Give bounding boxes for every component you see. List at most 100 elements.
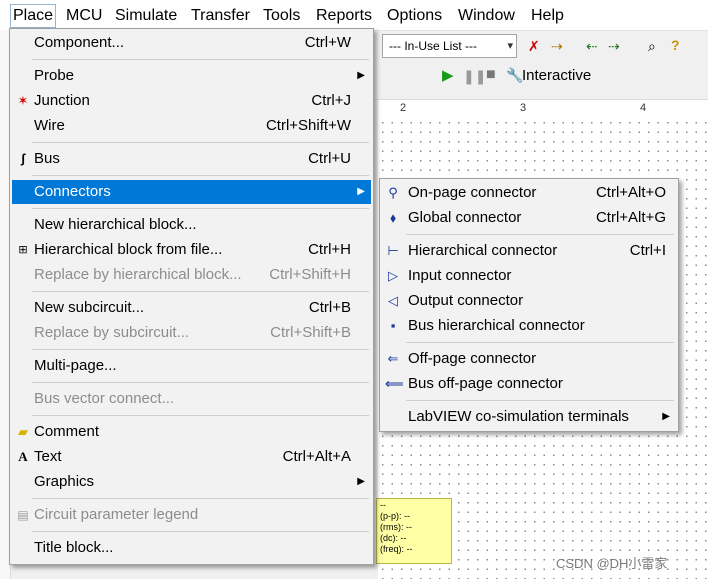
off-page-connector-icon: ⇐ (387, 351, 399, 366)
menu-item-label: Bus off-page connector (408, 375, 563, 392)
hierarchical-block-icon: ⊞ (18, 244, 28, 256)
junction-icon: ✶ (17, 93, 29, 108)
output-connector-icon: ◁ (388, 293, 398, 308)
pause-icon[interactable]: ❚❚ (463, 68, 486, 84)
menu-item-shortcut: Ctrl+Alt+O (595, 184, 666, 201)
menu-item-multi-page[interactable]: Multi-page... (12, 354, 371, 378)
wrench-icon: 🔧 (506, 67, 524, 83)
submenu-item-global-connector[interactable]: ⬧ Global connector Ctrl+Alt+G (382, 206, 676, 230)
bus-icon: ʃ (20, 151, 26, 166)
menu-item-label: New hierarchical block... (34, 216, 197, 233)
menu-item-shortcut: Ctrl+Shift+B (270, 324, 351, 341)
menu-window[interactable]: Window (458, 5, 515, 27)
probe-line: (dc): -- (380, 533, 407, 543)
run-icon[interactable]: ▶ (442, 68, 454, 84)
submenu-arrow-icon: ▶ (357, 186, 365, 197)
menu-item-comment[interactable]: ▰ Comment (12, 420, 371, 444)
menu-item-component[interactable]: Component... Ctrl+W (12, 31, 371, 55)
place-menu: Component... Ctrl+W Probe ▶ ✶ Junction C… (9, 28, 374, 565)
probe-prev-icon[interactable]: ⇠ (586, 38, 598, 54)
menu-item-shortcut: Ctrl+U (308, 150, 351, 167)
menu-item-new-subcircuit[interactable]: New subcircuit... Ctrl+B (12, 296, 371, 320)
input-connector-icon: ▷ (388, 268, 398, 283)
menu-item-label: Connectors (34, 183, 111, 200)
menu-item-new-hierarchical-block[interactable]: New hierarchical block... (12, 213, 371, 237)
watermark: CSDN @DH小雷家 (556, 556, 668, 571)
menu-options[interactable]: Options (387, 5, 442, 27)
probe-next-icon[interactable]: ⇢ (608, 38, 620, 54)
menu-item-label: Global connector (408, 209, 522, 226)
submenu-item-input-connector[interactable]: ▷ Input connector (382, 264, 676, 288)
chevron-down-icon: ▾ (507, 40, 513, 52)
menu-item-text[interactable]: A Text Ctrl+Alt+A (12, 445, 371, 469)
connectors-submenu: ⚲ On-page connector Ctrl+Alt+O ⬧ Global … (379, 178, 679, 432)
menu-item-label: New subcircuit... (34, 299, 145, 316)
help-icon[interactable]: ? (671, 37, 680, 53)
menu-reports[interactable]: Reports (316, 5, 372, 27)
menu-item-connectors[interactable]: Connectors ▶ (12, 180, 371, 204)
menu-item-label: LabVIEW co-simulation terminals (408, 408, 629, 425)
ruler: 2 3 4 (378, 100, 708, 119)
menu-separator (406, 234, 674, 235)
menu-separator (32, 175, 369, 176)
menu-transfer[interactable]: Transfer (191, 5, 250, 27)
menu-item-shortcut: Ctrl+Shift+W (265, 117, 351, 134)
interactive-mode-label[interactable]: Interactive (522, 67, 591, 84)
menu-place[interactable]: Place (10, 4, 57, 28)
menu-item-label: Replace by subcircuit... (34, 324, 190, 341)
submenu-item-hierarchical-connector[interactable]: ⊢ Hierarchical connector Ctrl+I (382, 239, 676, 263)
menu-item-label: Hierarchical block from file... (34, 241, 223, 258)
menu-separator (32, 59, 369, 60)
menu-item-title-block[interactable]: Title block... (12, 536, 371, 560)
inuse-list-select[interactable]: --- In-Use List --- ▾ (382, 34, 517, 58)
inuse-list-value: --- In-Use List --- (389, 39, 477, 53)
submenu-item-bus-off-page-connector[interactable]: ⟸ Bus off-page connector (382, 372, 676, 396)
menu-item-label: Off-page connector (408, 350, 537, 367)
menu-separator (32, 382, 369, 383)
stop-icon[interactable]: ■ (486, 67, 496, 83)
menu-item-probe[interactable]: Probe ▶ (12, 64, 371, 88)
menu-item-shortcut: Ctrl+W (304, 34, 351, 51)
menu-item-label: Junction (34, 92, 90, 109)
menu-item-wire[interactable]: Wire Ctrl+Shift+W (12, 114, 371, 138)
menu-item-junction[interactable]: ✶ Junction Ctrl+J (12, 89, 371, 113)
probe-readout[interactable]: -- (p-p): -- (rms): -- (dc): -- (freq): … (376, 498, 452, 564)
menu-item-label: Comment (34, 423, 100, 440)
menu-separator (406, 342, 674, 343)
menu-item-label: Title block... (34, 539, 114, 556)
menu-separator (32, 498, 369, 499)
menu-simulate[interactable]: Simulate (115, 5, 177, 27)
menu-separator (32, 142, 369, 143)
menu-item-label: Replace by hierarchical block... (34, 266, 242, 283)
menu-separator (32, 531, 369, 532)
menu-item-hierarchical-block-from-file[interactable]: ⊞ Hierarchical block from file... Ctrl+H (12, 238, 371, 262)
submenu-item-on-page-connector[interactable]: ⚲ On-page connector Ctrl+Alt+O (382, 181, 676, 205)
legend-icon: ▤ (17, 508, 29, 522)
submenu-arrow-icon: ▶ (357, 476, 365, 487)
on-page-connector-icon: ⚲ (388, 185, 398, 200)
submenu-item-output-connector[interactable]: ◁ Output connector (382, 289, 676, 313)
menu-item-label: Wire (34, 117, 65, 134)
menu-item-bus-vector-connect: Bus vector connect... (12, 387, 371, 411)
submenu-item-bus-hierarchical-connector[interactable]: ▪ Bus hierarchical connector (382, 314, 676, 338)
menu-help[interactable]: Help (531, 5, 564, 27)
menu-item-bus[interactable]: ʃ Bus Ctrl+U (12, 147, 371, 171)
menu-tools[interactable]: Tools (263, 5, 300, 27)
menu-mcu[interactable]: MCU (66, 5, 102, 27)
submenu-item-labview-co-simulation-terminals[interactable]: LabVIEW co-simulation terminals ▶ (382, 405, 676, 429)
menu-item-graphics[interactable]: Graphics ▶ (12, 470, 371, 494)
menu-item-label: Output connector (408, 292, 524, 309)
probe-remove-icon[interactable]: ✗ (528, 38, 540, 54)
menu-item-label: Graphics (34, 473, 95, 490)
text-icon: A (18, 449, 28, 464)
submenu-arrow-icon: ▶ (357, 70, 365, 81)
global-connector-icon: ⬧ (390, 210, 396, 225)
zoom-icon[interactable]: ⌕ (648, 38, 656, 54)
ruler-tick: 3 (520, 102, 527, 114)
probe-settings-icon[interactable]: ⇢ (551, 38, 563, 54)
bus-hierarchical-connector-icon: ▪ (390, 318, 396, 333)
menu-item-shortcut: Ctrl+Alt+A (282, 448, 351, 465)
probe-line: (p-p): -- (380, 511, 410, 521)
probe-line: -- (380, 500, 386, 510)
submenu-item-off-page-connector[interactable]: ⇐ Off-page connector (382, 347, 676, 371)
